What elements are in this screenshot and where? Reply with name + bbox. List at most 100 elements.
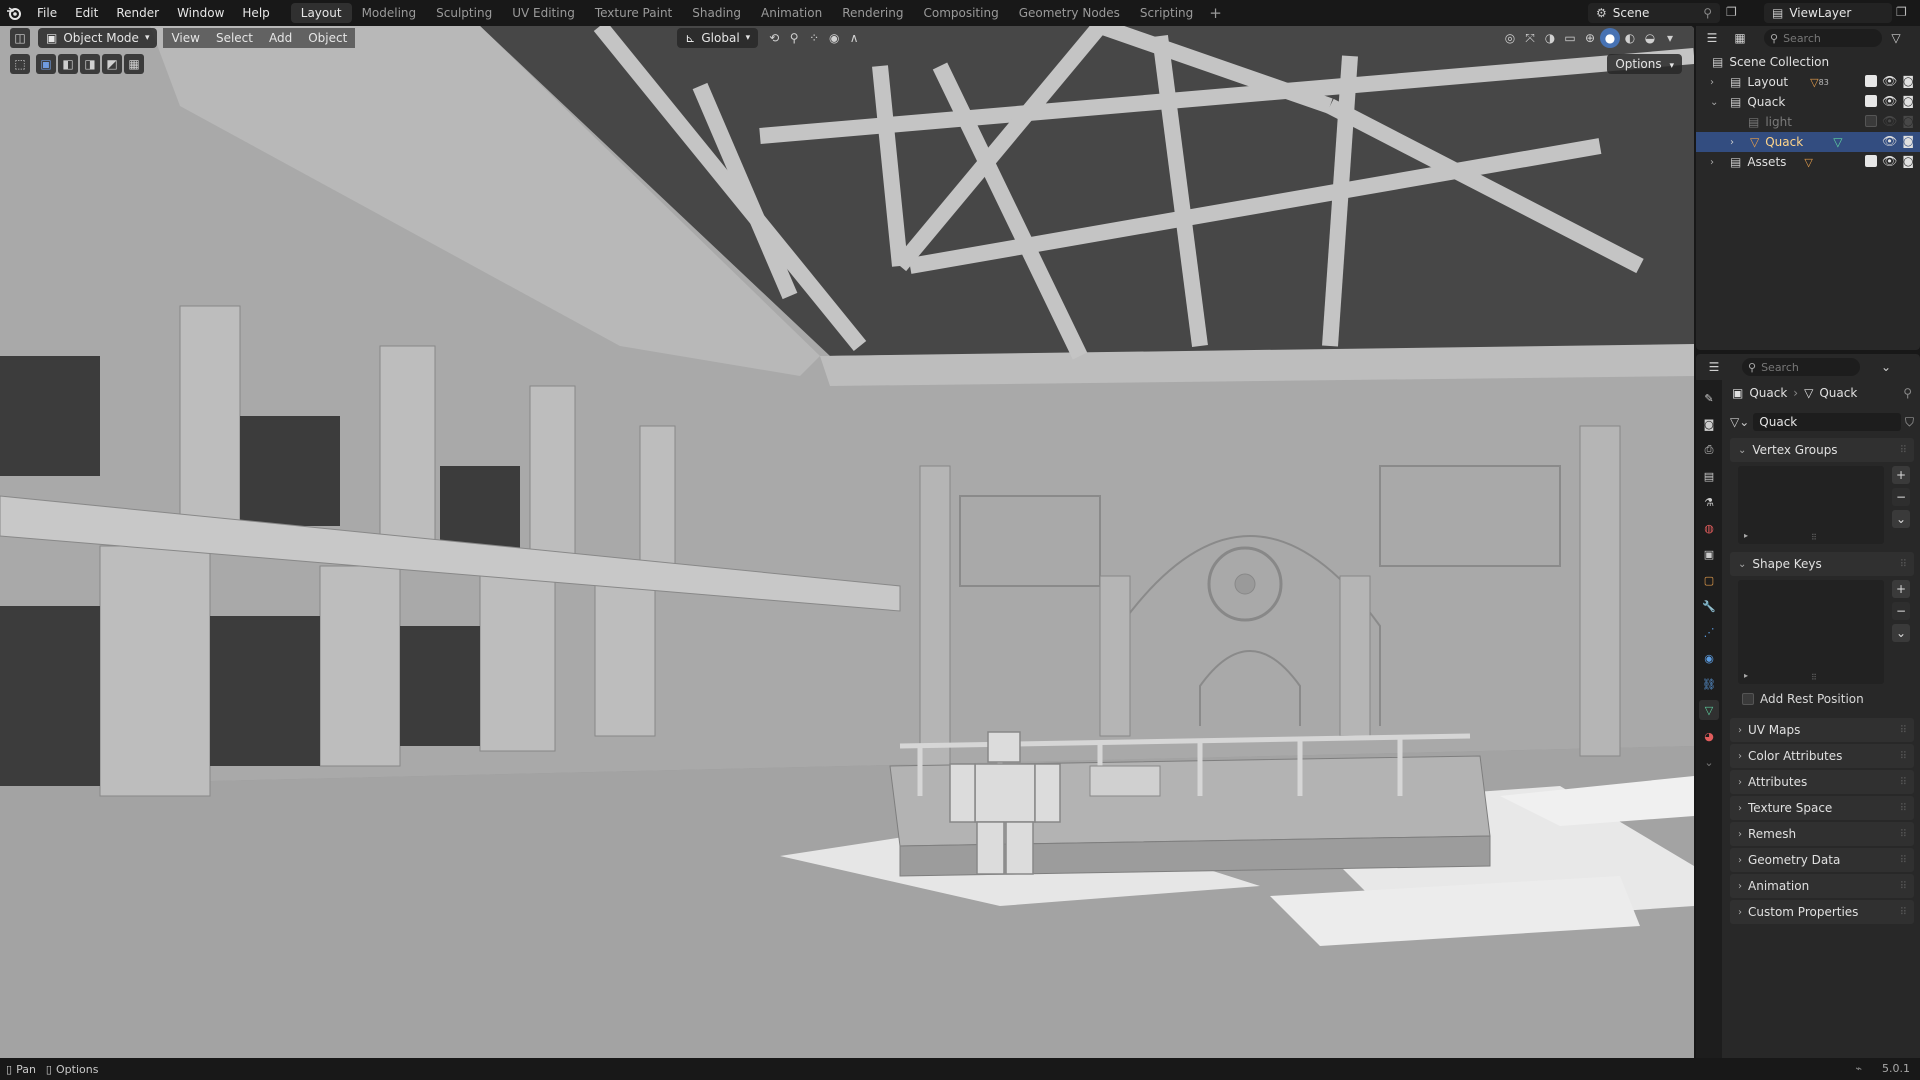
eye-icon[interactable]: 👁 (1882, 154, 1897, 168)
panel-color-attributes[interactable]: › Color Attributes ⠿ (1730, 744, 1914, 768)
outliner-row-light[interactable]: ▤ light 👁 ◙ (1696, 112, 1920, 132)
menu-view[interactable]: View (163, 28, 208, 48)
vertex-groups-list[interactable]: ▸ ⠿ (1738, 466, 1884, 544)
camera-icon[interactable]: ◙ (1902, 94, 1914, 108)
drag-grip-icon[interactable]: ⠿ (1900, 559, 1907, 570)
select-invert-icon[interactable]: ◩ (102, 54, 122, 74)
select-subtract-icon[interactable]: ◨ (80, 54, 100, 74)
eye-icon[interactable]: 👁 (1882, 74, 1897, 88)
render-tab-icon[interactable]: ◙ (1699, 414, 1719, 434)
panel-remesh[interactable]: › Remesh ⠿ (1730, 822, 1914, 846)
camera-icon[interactable]: ◙ (1902, 114, 1914, 128)
fake-user-icon[interactable]: ⛉ (1905, 415, 1914, 430)
panel-attributes[interactable]: › Attributes ⠿ (1730, 770, 1914, 794)
eye-icon[interactable]: 👁 (1882, 114, 1897, 128)
menu-edit[interactable]: Edit (66, 0, 107, 26)
exclude-checkbox[interactable] (1865, 115, 1878, 127)
drag-grip-icon[interactable]: ⠿ (1900, 777, 1907, 788)
panel-shape-keys[interactable]: ⌄ Shape Keys ⠿ (1730, 552, 1914, 576)
world-tab-icon[interactable]: ◍ (1699, 518, 1719, 538)
scene-selector[interactable]: ⚙ Scene ⚲ (1588, 3, 1720, 23)
outliner-search-input[interactable]: ⚲ Search (1764, 29, 1882, 47)
drag-grip-icon[interactable]: ⠿ (1900, 751, 1907, 762)
outliner-editor-icon[interactable]: ☰ (1702, 28, 1722, 48)
outliner-row-assets[interactable]: › ▤ Assets ▽ 👁 ◙ (1696, 152, 1920, 172)
filter-icon[interactable]: ▽ (1886, 28, 1906, 48)
snap-target-icon[interactable]: ⁘ (804, 28, 824, 48)
wireframe-shading-icon[interactable]: ⊕ (1580, 28, 1600, 48)
object-tab-icon[interactable]: ▢ (1699, 570, 1719, 590)
drag-grip-icon[interactable]: ⠿ (1900, 445, 1907, 456)
pivot-icon[interactable]: ⟲ (764, 28, 784, 48)
shape-key-menu-button[interactable]: ⌄ (1892, 624, 1910, 642)
shape-keys-list[interactable]: ▸ ⠿ (1738, 580, 1884, 684)
material-tab-icon[interactable]: ◕ (1699, 726, 1719, 746)
chevron-right-icon[interactable]: › (1730, 137, 1744, 148)
menu-help[interactable]: Help (233, 0, 278, 26)
select-extend-icon[interactable]: ◧ (58, 54, 78, 74)
chevron-right-icon[interactable]: › (1710, 157, 1724, 168)
drag-grip-icon[interactable]: ⠿ (1900, 725, 1907, 736)
panel-texture-space[interactable]: › Texture Space ⠿ (1730, 796, 1914, 820)
physics-tab-icon[interactable]: ◉ (1699, 648, 1719, 668)
select-intersect-icon[interactable]: ▦ (124, 54, 144, 74)
outliner-row-layout[interactable]: › ▤ Layout ▽ 83 👁 ◙ (1696, 72, 1920, 92)
menu-object[interactable]: Object (300, 28, 356, 48)
shading-options-icon[interactable]: ▾ (1660, 28, 1680, 48)
add-vertex-group-button[interactable]: + (1892, 466, 1910, 484)
pin-icon[interactable]: ⚲ (1903, 386, 1912, 400)
modifier-tab-icon[interactable]: 🔧 (1699, 596, 1719, 616)
properties-editor-icon[interactable]: ☰ (1704, 357, 1724, 377)
remove-shape-key-button[interactable]: − (1892, 602, 1910, 620)
play-icon[interactable]: ▸ (1744, 531, 1748, 540)
exclude-checkbox[interactable] (1865, 155, 1878, 167)
panel-vertex-groups[interactable]: ⌄ Vertex Groups ⠿ (1730, 438, 1914, 462)
resize-grip-icon[interactable]: ⠿ (1811, 533, 1817, 542)
pin-icon[interactable]: ⚲ (1703, 6, 1712, 20)
drag-grip-icon[interactable]: ⠿ (1900, 829, 1907, 840)
mesh-browse-icon[interactable]: ▽⌄ (1730, 415, 1749, 429)
falloff-icon[interactable]: ∧ (844, 28, 864, 48)
mode-selector[interactable]: ▣ Object Mode ▾ (38, 28, 158, 48)
menu-file[interactable]: File (28, 0, 66, 26)
outliner-row-scene-collection[interactable]: ▤ Scene Collection (1696, 52, 1920, 72)
transform-orientation-selector[interactable]: ⊾ Global ▾ (677, 28, 759, 48)
solid-shading-icon[interactable]: ● (1600, 28, 1620, 48)
view-layer-tab-icon[interactable]: ▤ (1699, 466, 1719, 486)
blender-logo-icon[interactable] (0, 0, 28, 26)
proportional-edit-icon[interactable]: ◉ (824, 28, 844, 48)
gizmo-icon[interactable]: ⤧ (1520, 28, 1540, 48)
menu-window[interactable]: Window (168, 0, 233, 26)
xray-icon[interactable]: ▭ (1560, 28, 1580, 48)
exclude-checkbox[interactable] (1865, 95, 1878, 107)
output-tab-icon[interactable]: ⎙ (1699, 440, 1719, 460)
3d-viewport[interactable]: ◫ ▣ Object Mode ▾ View Select Add Object… (0, 26, 1694, 1058)
camera-icon[interactable]: ◙ (1902, 134, 1914, 148)
select-tool-icon[interactable]: ⬚ (10, 54, 30, 74)
vertex-group-menu-button[interactable]: ⌄ (1892, 510, 1910, 528)
panel-geometry-data[interactable]: › Geometry Data ⠿ (1730, 848, 1914, 872)
mesh-data-tab-icon[interactable]: ▽ (1699, 700, 1719, 720)
new-view-layer-icon[interactable]: ❐ (1896, 5, 1907, 19)
add-shape-key-button[interactable]: + (1892, 580, 1910, 598)
collection-tab-icon[interactable]: ▣ (1699, 544, 1719, 564)
chevron-down-icon[interactable]: ⌄ (1876, 357, 1896, 377)
drag-grip-icon[interactable]: ⠿ (1900, 881, 1907, 892)
play-icon[interactable]: ▸ (1744, 671, 1748, 680)
mesh-name-field[interactable]: Quack (1753, 413, 1901, 431)
menu-select[interactable]: Select (207, 28, 261, 48)
remove-vertex-group-button[interactable]: − (1892, 488, 1910, 506)
resize-grip-icon[interactable]: ⠿ (1811, 673, 1817, 682)
drag-grip-icon[interactable]: ⠿ (1900, 855, 1907, 866)
texture-tab-icon[interactable]: ⌄ (1699, 752, 1719, 772)
outliner-row-quack-collection[interactable]: ⌄ ▤ Quack 👁 ◙ (1696, 92, 1920, 112)
new-scene-icon[interactable]: ❐ (1726, 5, 1737, 19)
material-shading-icon[interactable]: ◐ (1620, 28, 1640, 48)
panel-uv-maps[interactable]: › UV Maps ⠿ (1730, 718, 1914, 742)
constraints-tab-icon[interactable]: ⛓ (1699, 674, 1719, 694)
tab-animation[interactable]: Animation (751, 3, 832, 23)
panel-animation[interactable]: › Animation ⠿ (1730, 874, 1914, 898)
snap-icon[interactable]: ⚲ (784, 28, 804, 48)
eye-icon[interactable]: 👁 (1882, 134, 1897, 148)
tab-scripting[interactable]: Scripting (1130, 3, 1203, 23)
